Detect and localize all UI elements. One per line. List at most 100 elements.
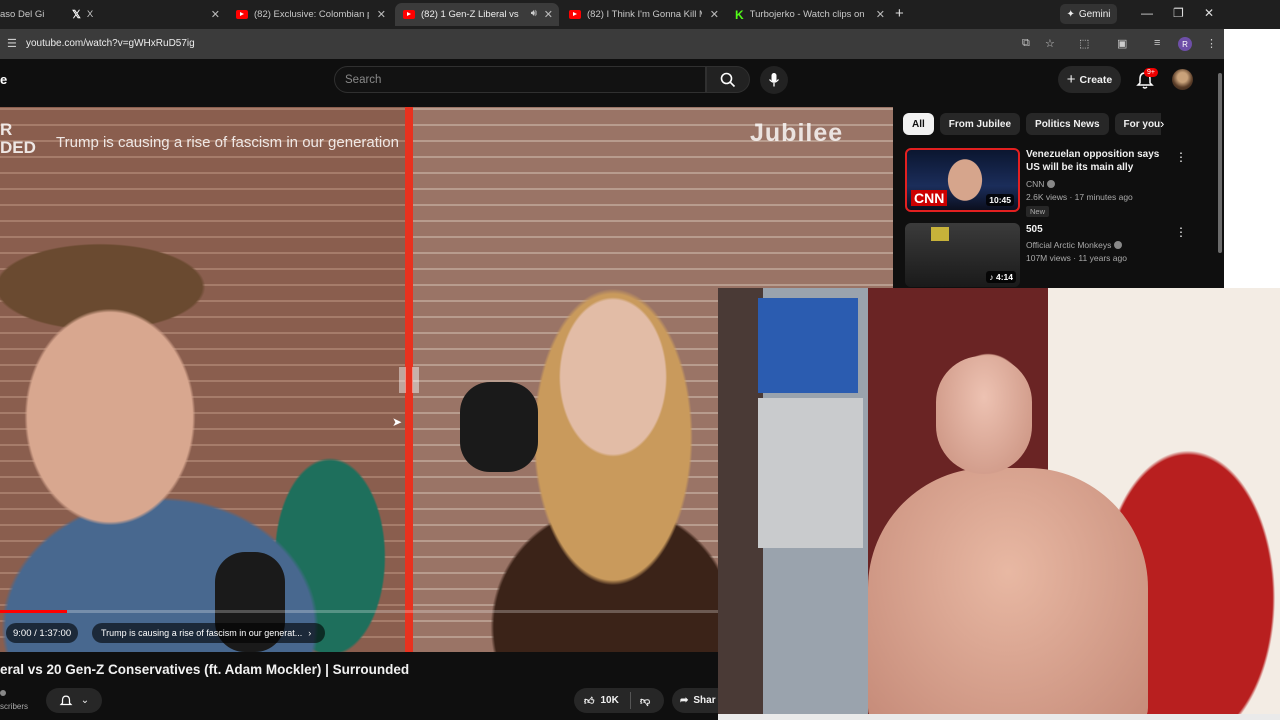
sidepanel-icon[interactable]: ▣ — [1117, 37, 1127, 50]
channel-name[interactable]: CNN — [1026, 179, 1056, 189]
video-thumbnail[interactable]: ♪ 4:14 — [905, 223, 1020, 287]
webcam-bottom-bar — [718, 714, 1280, 720]
cnn-logo: CNN — [911, 190, 948, 206]
browser-tab-active[interactable]: (82) 1 Gen-Z Liberal vs 20 G 🔊︎ ✕ — [395, 3, 559, 26]
chevron-down-icon: ⌄ — [80, 695, 90, 706]
youtube-icon — [403, 10, 415, 19]
tab-title: (82) Exclusive: Colombian presi — [254, 9, 369, 20]
create-button[interactable]: + Create — [1058, 66, 1121, 93]
browser-tab-strip: aso Del Gi 𝕏 X ✕ (82) Exclusive: Colombi… — [0, 0, 1280, 29]
webcam-shelf — [758, 298, 858, 393]
profile-avatar[interactable]: R — [1178, 37, 1192, 51]
bookmark-star-icon[interactable]: ☆ — [1045, 37, 1055, 50]
video-meta: 2.6K views · 17 minutes ago — [1026, 192, 1133, 202]
search-button[interactable] — [706, 66, 750, 93]
account-avatar[interactable] — [1172, 69, 1193, 90]
recommendation-item[interactable]: ♪ 4:14 505 Official Arctic Monkeys 107M … — [903, 223, 1203, 287]
kick-icon: K — [735, 7, 744, 22]
restore-icon[interactable]: ❐ — [1173, 6, 1184, 20]
close-icon[interactable]: ✕ — [544, 8, 553, 21]
close-icon[interactable]: ✕ — [377, 8, 386, 21]
subscribed-bell-button[interactable]: ⌄ — [46, 688, 102, 713]
jubilee-watermark: Jubilee — [750, 119, 844, 147]
music-note-icon: ♪ — [989, 272, 996, 282]
verified-icon — [0, 690, 6, 696]
chip-all[interactable]: All — [903, 113, 934, 135]
thumbs-down-icon[interactable]: 👎︎ — [640, 695, 650, 707]
speaker-icon[interactable]: 🔊︎ — [531, 8, 537, 19]
extensions-icon[interactable]: ⬚ — [1079, 37, 1089, 50]
close-icon[interactable]: ✕ — [710, 8, 719, 21]
recommendation-item[interactable]: CNN 10:45 Venezuelan opposition says US … — [903, 148, 1203, 217]
more-options-icon[interactable]: ⋮ — [1175, 225, 1187, 239]
duration-label: 4:14 — [995, 272, 1013, 282]
more-options-icon[interactable]: ⋮ — [1175, 150, 1187, 164]
chevron-right-icon[interactable]: › — [1160, 116, 1164, 131]
progress-bar[interactable] — [0, 610, 718, 613]
tab-title: (82) I Think I'm Gonna Kill Mys — [587, 9, 702, 20]
create-label: Create — [1079, 73, 1113, 86]
filter-chips: All From Jubilee Politics News For you — [903, 113, 1161, 135]
overlay-topic-text: Trump is causing a rise of fascism in ou… — [56, 134, 399, 151]
webcam-person-body — [868, 468, 1148, 720]
progress-fill — [0, 610, 67, 613]
media-icon[interactable]: ≡ — [1154, 37, 1160, 49]
video-title: eral vs 20 Gen-Z Conservatives (ft. Adam… — [0, 662, 410, 677]
chip-from-jubilee[interactable]: From Jubilee — [939, 113, 1021, 135]
microphone-prop — [460, 382, 538, 472]
tab-title: aso Del Gi — [0, 9, 45, 20]
share-icon: ➦ — [680, 695, 689, 706]
chapter-button[interactable]: Trump is causing a rise of fascism in ou… — [92, 623, 325, 643]
voice-search-button[interactable] — [760, 66, 788, 94]
browser-tab[interactable]: aso Del Gi — [0, 3, 62, 26]
install-icon[interactable]: ⧉ — [1022, 37, 1030, 50]
like-button[interactable]: 👍︎ 10K 👎︎ — [574, 688, 664, 713]
webcam-cabinet — [758, 398, 863, 548]
channel-name[interactable]: Official Arctic Monkeys — [1026, 240, 1123, 250]
search-input[interactable]: Search — [334, 66, 706, 93]
share-button[interactable]: ➦ Shar — [672, 688, 718, 713]
video-thumbnail[interactable]: CNN 10:45 — [905, 148, 1020, 212]
verified-icon — [1114, 241, 1123, 249]
search-icon — [720, 72, 736, 87]
chip-for-you[interactable]: For you — [1114, 113, 1161, 135]
chapter-title: Trump is causing a rise of fascism in ou… — [101, 628, 303, 638]
duration-badge: 10:45 — [986, 194, 1014, 206]
close-icon[interactable]: ✕ — [876, 8, 885, 21]
surrounded-logo: R DED — [0, 120, 36, 157]
scrollbar[interactable] — [1216, 63, 1224, 288]
close-window-icon[interactable]: ✕ — [1204, 6, 1214, 20]
thumbnail-sign — [931, 227, 949, 241]
browser-tab[interactable]: (82) Exclusive: Colombian presi ✕ — [228, 3, 392, 26]
recommendation-title[interactable]: Venezuelan opposition says US will be it… — [1026, 148, 1168, 174]
recommendation-title[interactable]: 505 — [1026, 223, 1168, 236]
gemini-label: Gemini — [1078, 8, 1111, 20]
close-icon[interactable]: ✕ — [211, 8, 220, 21]
plus-icon: + — [1066, 71, 1076, 88]
like-count: 10K — [600, 695, 619, 706]
url-field[interactable]: youtube.com/watch?v=gWHxRuD57ig — [26, 38, 195, 49]
browser-edge — [1224, 29, 1280, 288]
browser-tab[interactable]: 𝕏 X ✕ — [64, 3, 226, 26]
pause-icon[interactable] — [397, 365, 422, 395]
video-frame-left — [0, 107, 406, 652]
x-logo-icon: 𝕏 — [72, 9, 81, 21]
browser-tab[interactable]: K Turbojerko - Watch clips on Ki ✕ — [727, 3, 891, 26]
notification-count-badge: 9+ — [1144, 68, 1158, 77]
youtube-logo[interactable]: e — [0, 72, 7, 87]
site-info-icon[interactable]: ☰ — [7, 37, 17, 50]
browser-tab[interactable]: (82) I Think I'm Gonna Kill Mys ✕ — [561, 3, 725, 26]
sparkle-icon: ✦ — [1066, 8, 1075, 20]
chip-politics-news[interactable]: Politics News — [1026, 113, 1109, 135]
new-tab-icon[interactable]: + — [895, 5, 904, 22]
minimize-icon[interactable]: — — [1141, 6, 1153, 20]
scrollbar-thumb[interactable] — [1218, 73, 1222, 253]
mouse-cursor-icon: ➤ — [392, 415, 403, 429]
gemini-button[interactable]: ✦ Gemini — [1060, 4, 1117, 24]
subscriber-count: scribers — [0, 702, 29, 711]
bell-icon — [59, 694, 73, 705]
time-display: 9:00 / 1:37:00 — [6, 623, 79, 643]
youtube-icon — [569, 10, 581, 19]
thumbs-up-icon: 👍︎ — [584, 695, 595, 707]
more-menu-icon[interactable]: ⋮ — [1206, 37, 1217, 50]
